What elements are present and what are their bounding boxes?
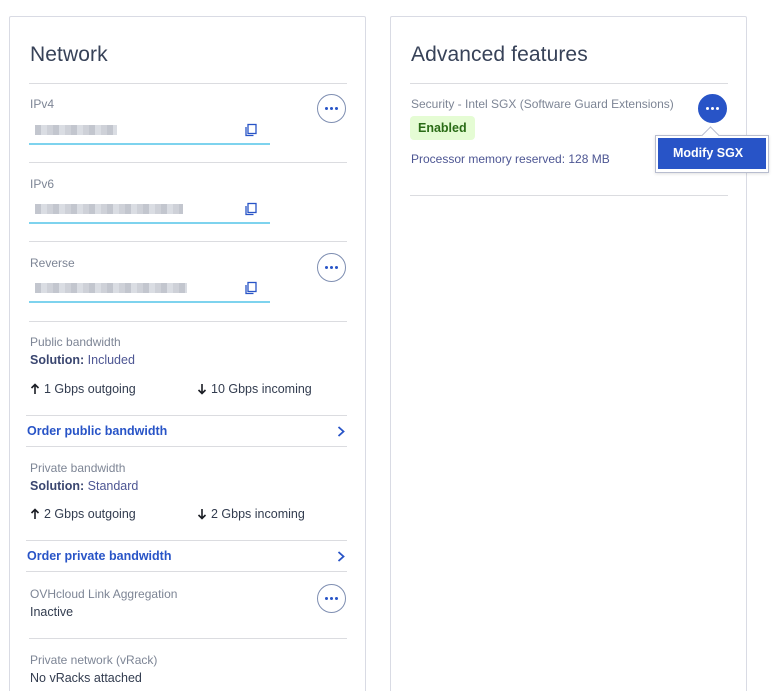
private-outgoing: 2 Gbps outgoing — [30, 507, 136, 521]
modify-sgx-menu-item[interactable]: Modify SGX — [658, 138, 766, 169]
solution-key: Solution: — [30, 353, 85, 367]
arrow-up-icon — [30, 508, 40, 519]
arrow-down-icon — [197, 384, 207, 395]
ellipsis-icon — [706, 107, 719, 110]
sgx-actions-menu: Modify SGX — [655, 135, 769, 173]
ipv4-field — [29, 117, 270, 145]
reverse-label: Reverse — [30, 256, 75, 270]
sgx-actions-button[interactable] — [698, 94, 727, 123]
public-incoming-text: 10 Gbps incoming — [211, 382, 312, 396]
arrow-down-icon — [197, 509, 207, 520]
network-card: Network IPv4 IPv6 Reverse Public bandwid… — [9, 16, 366, 691]
private-bandwidth-solution: Solution: Standard — [30, 479, 138, 493]
reverse-actions-button[interactable] — [317, 253, 346, 282]
copy-icon[interactable] — [244, 202, 258, 216]
arrow-up-icon — [30, 383, 40, 394]
divider — [29, 321, 347, 322]
public-bandwidth-label: Public bandwidth — [30, 335, 121, 349]
divider — [410, 83, 728, 84]
divider — [29, 162, 347, 163]
network-title: Network — [30, 43, 108, 66]
private-outgoing-text: 2 Gbps outgoing — [44, 507, 136, 521]
vrack-label: Private network (vRack) — [30, 653, 158, 667]
ipv4-actions-button[interactable] — [317, 94, 346, 123]
reverse-value-redacted — [35, 283, 187, 293]
ellipsis-icon — [325, 597, 338, 600]
link-aggregation-value: Inactive — [30, 605, 74, 619]
advanced-features-card: Advanced features Security - Intel SGX (… — [390, 16, 747, 691]
sgx-status-badge: Enabled — [410, 116, 475, 140]
ipv6-value-redacted — [35, 204, 183, 214]
solution-value: Standard — [87, 479, 139, 493]
link-aggregation-actions-button[interactable] — [317, 584, 346, 613]
order-public-bandwidth-text: Order public bandwidth — [27, 424, 168, 438]
order-private-bandwidth-link[interactable]: Order private bandwidth — [26, 541, 347, 571]
sgx-label: Security - Intel SGX (Software Guard Ext… — [411, 97, 674, 111]
ipv4-value-redacted — [35, 125, 117, 135]
order-private-bandwidth-text: Order private bandwidth — [27, 549, 172, 563]
divider — [410, 195, 728, 196]
private-incoming: 2 Gbps incoming — [197, 507, 305, 521]
public-outgoing: 1 Gbps outgoing — [30, 382, 136, 396]
ellipsis-icon — [325, 266, 338, 269]
order-public-bandwidth-link[interactable]: Order public bandwidth — [26, 416, 347, 446]
private-bandwidth-label: Private bandwidth — [30, 461, 126, 475]
ipv6-label: IPv6 — [30, 177, 55, 191]
advanced-features-title: Advanced features — [411, 43, 588, 66]
public-bandwidth-solution: Solution: Included — [30, 353, 135, 367]
divider — [26, 571, 347, 572]
vrack-value: No vRacks attached — [30, 671, 142, 685]
reverse-field — [29, 275, 270, 303]
copy-icon[interactable] — [244, 281, 258, 295]
public-incoming: 10 Gbps incoming — [197, 382, 312, 396]
chevron-right-icon — [337, 550, 345, 562]
divider — [26, 446, 347, 447]
chevron-right-icon — [337, 425, 345, 437]
divider — [29, 638, 347, 639]
private-incoming-text: 2 Gbps incoming — [211, 507, 305, 521]
solution-key: Solution: — [30, 479, 85, 493]
solution-value: Included — [87, 353, 135, 367]
link-aggregation-label: OVHcloud Link Aggregation — [30, 587, 178, 601]
copy-icon[interactable] — [244, 123, 258, 137]
ellipsis-icon — [325, 107, 338, 110]
divider — [29, 241, 347, 242]
divider — [29, 83, 347, 84]
ipv6-field — [29, 196, 270, 224]
sgx-memory: Processor memory reserved: 128 MB — [411, 152, 610, 166]
ipv4-label: IPv4 — [30, 97, 55, 111]
public-outgoing-text: 1 Gbps outgoing — [44, 382, 136, 396]
